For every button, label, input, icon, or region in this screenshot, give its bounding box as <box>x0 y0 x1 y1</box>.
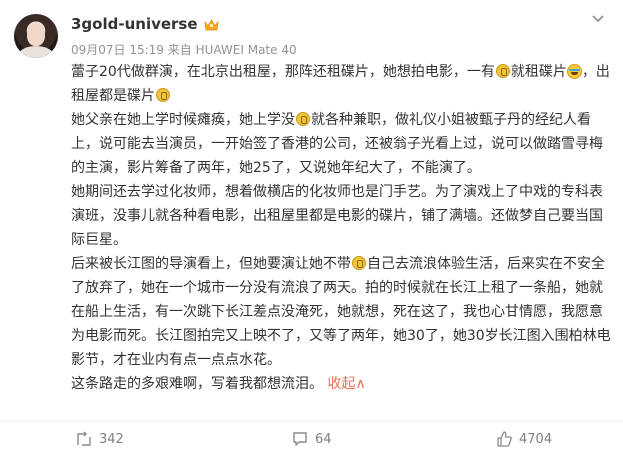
coin-emoji-icon <box>352 256 366 270</box>
post-meta: 09月07日 15:19 来自 HUAWEI Mate 40 <box>71 43 297 57</box>
action-bar: 342 64 4704 <box>0 420 623 457</box>
coin-emoji-icon <box>495 64 510 78</box>
paragraph-3: 她期间还去学过化妆师，想着做横店的化妆师也是门手艺。为了演戏上了中戏的专科表演班… <box>71 184 603 248</box>
comment-count: 64 <box>315 431 332 447</box>
post-content: 蕾子20代做群演，在北京出租屋，那阵还租碟片，她想拍电影，一有 就租碟片 ，出租屋都… <box>71 60 611 396</box>
paragraph-1: 蕾子20代做群演，在北京出租屋，那阵还租碟片，她想拍电影，一有 就租碟片 ，出租屋都… <box>71 64 610 104</box>
like-button[interactable]: 4704 <box>496 431 552 447</box>
like-icon <box>496 431 512 447</box>
coin-emoji-icon <box>296 112 310 126</box>
paragraph-5: 这条路走的多艰难啊，写着我都想流泪。 收起∧ <box>71 376 366 392</box>
laugh-cry-emoji-icon <box>566 64 582 79</box>
repost-button[interactable]: 342 <box>76 431 124 447</box>
repost-icon <box>76 431 92 447</box>
collapse-link[interactable]: 收起∧ <box>327 376 365 392</box>
username-row: 3gold-universe <box>71 15 219 33</box>
comment-icon <box>292 431 308 447</box>
more-menu-icon[interactable] <box>591 12 605 28</box>
comment-button[interactable]: 64 <box>292 431 332 447</box>
paragraph-2: 她父亲在她上学时候瘫痪，她上学没 就各种兼职，做礼仪小姐被甄子丹的经纪人看上，说可… <box>71 112 603 176</box>
username[interactable]: 3gold-universe <box>71 15 198 33</box>
crown-badge-icon <box>203 18 219 31</box>
coin-emoji-icon <box>156 88 170 102</box>
paragraph-4: 后来被长江图的导演看上，但她要演让她不带 自己去流浪体验生活，后来实在不安全了放弃… <box>71 256 611 368</box>
repost-count: 342 <box>99 431 124 447</box>
avatar[interactable] <box>14 14 58 58</box>
like-count: 4704 <box>519 431 553 447</box>
